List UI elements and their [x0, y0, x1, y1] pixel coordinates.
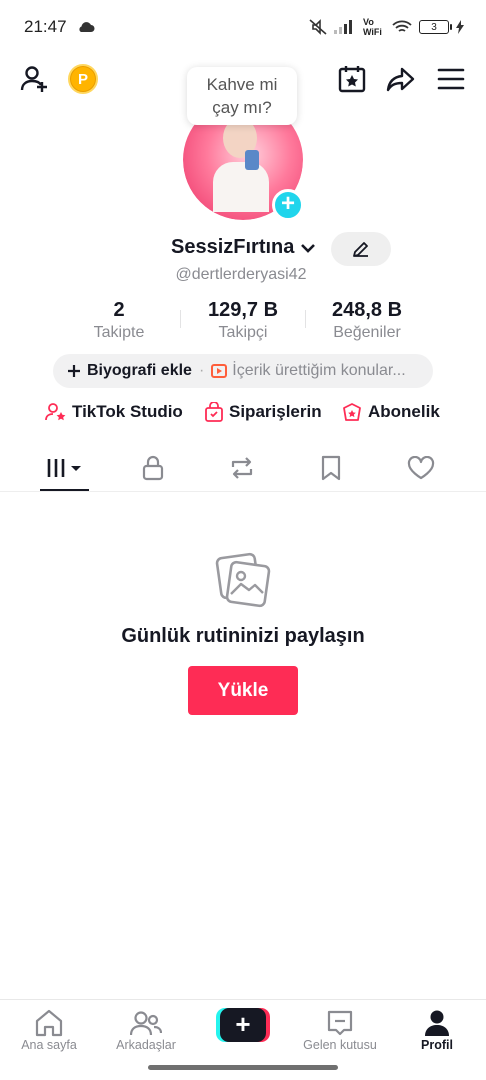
lock-icon: [142, 455, 164, 481]
upload-button[interactable]: Yükle: [188, 666, 298, 715]
user-handle: @dertlerderyasi42: [175, 266, 307, 283]
nav-label: Profil: [421, 1038, 453, 1052]
avatar-phone: [245, 150, 259, 170]
stat-label: Takipçi: [218, 324, 268, 341]
battery-indicator: 3: [419, 20, 452, 34]
nav-friends[interactable]: Arkadaşlar: [98, 1008, 194, 1052]
tab-liked[interactable]: [391, 446, 451, 490]
add-bio-button[interactable]: Biyografi ekle: [67, 362, 192, 380]
content-tabs: [0, 446, 486, 492]
photos-icon: [215, 552, 271, 608]
charging-icon: [456, 20, 464, 34]
stat-value: 248,8 B: [331, 299, 403, 321]
tiktok-studio-link[interactable]: TikTok Studio: [45, 402, 183, 422]
nav-inbox[interactable]: Gelen kutusu: [292, 1008, 388, 1052]
nav-home[interactable]: Ana sayfa: [1, 1008, 97, 1052]
status-bar: 21:47 Vo WiFi 3: [0, 0, 486, 54]
stat-likes[interactable]: 248,8 B Beğeniler: [307, 298, 427, 343]
create-plus-icon: +: [220, 1008, 266, 1042]
subscription-link[interactable]: Abonelik: [341, 402, 440, 422]
nav-label: Gelen kutusu: [303, 1038, 377, 1052]
share-icon[interactable]: [384, 62, 418, 96]
link-label: TikTok Studio: [72, 402, 183, 421]
plus-icon: [68, 365, 80, 377]
heart-icon: [407, 456, 435, 480]
status-time: 21:47: [24, 17, 67, 36]
nav-label: Arkadaşlar: [116, 1038, 176, 1052]
nav-label: Ana sayfa: [21, 1038, 77, 1052]
calendar-star-icon[interactable]: [335, 62, 369, 96]
network-label: Vo WiFi: [363, 17, 382, 37]
home-indicator: [148, 1065, 338, 1070]
tab-favorites[interactable]: [301, 446, 361, 490]
home-icon: [35, 1009, 63, 1037]
note-line-2: çay mı?: [212, 98, 272, 117]
signal-icon: [334, 20, 352, 34]
link-label: Siparişlerin: [229, 402, 322, 421]
tab-videos[interactable]: [35, 446, 95, 490]
divider: [305, 310, 306, 328]
mute-icon: [309, 19, 327, 35]
shopping-bag-icon: [205, 402, 223, 422]
add-photo-button[interactable]: +: [272, 189, 304, 221]
create-button[interactable]: +: [216, 1008, 270, 1042]
cloud-icon: [78, 22, 95, 32]
battery-level: 3: [431, 21, 437, 33]
bottom-nav: Ana sayfa Arkadaşlar + Gelen kutusu Prof…: [0, 999, 486, 1059]
edit-profile-button[interactable]: [331, 232, 391, 266]
person-star-icon: [45, 403, 66, 421]
avatar-body: [213, 162, 269, 212]
bio-prompt[interactable]: İçerik ürettiğim konular...: [232, 362, 405, 380]
add-bio-label: Biyografi ekle: [87, 362, 192, 379]
videos-grid-icon: [47, 459, 81, 477]
stat-label: Takipte: [93, 324, 145, 341]
divider: [180, 310, 181, 328]
nav-profile[interactable]: Profil: [389, 1008, 485, 1052]
bookmark-icon: [321, 455, 341, 481]
note-line-1: Kahve mi: [206, 75, 278, 94]
friends-icon: [130, 1011, 162, 1036]
username[interactable]: SessizFırtına: [171, 236, 294, 259]
play-icon: [211, 364, 228, 378]
stats-row: 2 Takipte 129,7 B Takipçi 248,8 B Beğeni…: [0, 298, 486, 344]
quick-links: TikTok Studio Siparişlerin Abonelik: [0, 402, 486, 430]
active-tab-indicator: [40, 489, 89, 491]
repost-icon: [231, 457, 253, 479]
separator-dot: ·: [198, 362, 205, 379]
bio-row[interactable]: Biyografi ekle · İçerik ürettiğim konula…: [53, 354, 433, 388]
name-row: SessizFırtına: [0, 232, 486, 266]
note-bubble[interactable]: Kahve mi çay mı?: [187, 67, 297, 125]
stat-label: Beğeniler: [333, 324, 401, 341]
coin-icon[interactable]: P: [68, 64, 98, 94]
profile-icon: [425, 1010, 449, 1036]
tab-reposts[interactable]: [212, 446, 272, 490]
wifi-icon: [392, 20, 412, 32]
stat-followers[interactable]: 129,7 B Takipçi: [183, 298, 303, 343]
empty-state: [0, 550, 486, 613]
tab-private[interactable]: [123, 446, 183, 490]
stat-value: 2: [113, 299, 125, 321]
empty-state-title: Günlük rutininizi paylaşın: [121, 625, 365, 647]
link-label: Abonelik: [368, 402, 440, 421]
pencil-icon: [353, 242, 368, 257]
subscription-icon: [343, 403, 361, 421]
orders-link[interactable]: Siparişlerin: [204, 402, 322, 422]
inbox-icon: [327, 1010, 353, 1036]
stat-following[interactable]: 2 Takipte: [59, 298, 179, 343]
chevron-down-icon[interactable]: [300, 242, 316, 254]
add-friend-icon[interactable]: [18, 62, 52, 96]
menu-icon[interactable]: [434, 62, 468, 96]
stat-value: 129,7 B: [207, 299, 279, 321]
